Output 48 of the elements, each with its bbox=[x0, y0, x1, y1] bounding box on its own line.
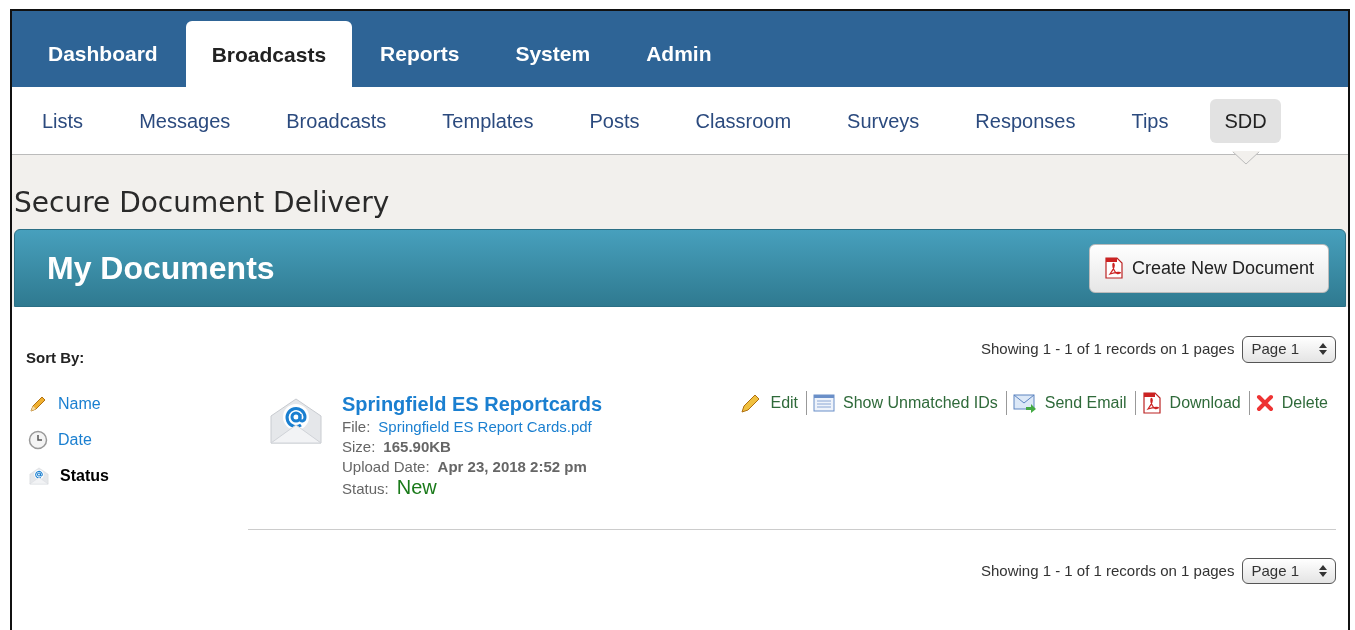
records-summary: Showing 1 - 1 of 1 records on 1 pages bbox=[980, 339, 1235, 359]
pdf-icon bbox=[1141, 391, 1162, 414]
action-link[interactable]: Edit bbox=[770, 390, 799, 415]
sort-option[interactable]: Date bbox=[58, 427, 92, 452]
main-tab[interactable]: Broadcasts bbox=[185, 21, 353, 88]
main-tab[interactable]: System bbox=[487, 21, 619, 87]
main-tab[interactable]: Admin bbox=[618, 21, 740, 87]
sort-option[interactable]: Name bbox=[58, 391, 101, 416]
status-value: New bbox=[396, 476, 437, 497]
page-select[interactable]: Page 1 bbox=[1242, 557, 1336, 584]
upload-date-value: Apr 23, 2018 2:52 pm bbox=[437, 456, 587, 477]
upload-date-label: Upload Date: bbox=[342, 456, 430, 477]
sub-tab[interactable]: Templates bbox=[428, 98, 548, 143]
sort-option[interactable]: Status bbox=[60, 463, 109, 488]
action-link[interactable]: Show Unmatched IDs bbox=[843, 390, 998, 415]
sort-label: Sort By: bbox=[26, 348, 86, 368]
sub-tab[interactable]: Classroom bbox=[681, 98, 806, 143]
sub-tab[interactable]: Messages bbox=[125, 98, 245, 143]
main-tab[interactable]: Reports bbox=[352, 21, 488, 87]
document-title[interactable]: Springfield ES Reportcards bbox=[342, 392, 603, 415]
sub-tab[interactable]: Posts bbox=[575, 98, 654, 143]
pdf-icon bbox=[1103, 257, 1124, 279]
page-select[interactable]: Page 1 bbox=[1242, 336, 1336, 363]
sub-tab[interactable]: Lists bbox=[28, 98, 98, 143]
envelope-arrow-icon bbox=[1012, 392, 1037, 413]
create-document-button[interactable]: Create New Document bbox=[1088, 243, 1329, 293]
updown-icon bbox=[1319, 564, 1327, 577]
size-label: Size: bbox=[342, 436, 376, 457]
main-tab[interactable]: Dashboard bbox=[20, 21, 186, 87]
sub-tab[interactable]: Tips bbox=[1117, 98, 1183, 143]
panel-title: My Documents bbox=[47, 249, 275, 288]
action-link[interactable]: Send Email bbox=[1044, 390, 1127, 415]
records-summary: Showing 1 - 1 of 1 records on 1 pages bbox=[980, 560, 1235, 581]
sub-tab[interactable]: Responses bbox=[961, 98, 1090, 143]
delete-icon bbox=[1255, 393, 1274, 412]
file-link[interactable]: Springfield ES Report Cards.pdf bbox=[378, 416, 592, 437]
sub-tab[interactable]: Surveys bbox=[833, 98, 934, 143]
sub-tab[interactable]: SDD bbox=[1210, 98, 1281, 143]
status-label: Status: bbox=[342, 478, 389, 499]
page-title: Secure Document Delivery bbox=[13, 185, 391, 221]
size-value: 165.90KB bbox=[383, 436, 451, 457]
updown-icon bbox=[1319, 343, 1327, 356]
file-label: File: bbox=[342, 416, 371, 437]
clock-icon bbox=[28, 429, 48, 450]
action-link[interactable]: Download bbox=[1169, 390, 1241, 415]
list-icon bbox=[813, 393, 836, 412]
action-link[interactable]: Delete bbox=[1281, 390, 1328, 415]
sub-tab[interactable]: Broadcasts bbox=[272, 98, 401, 143]
